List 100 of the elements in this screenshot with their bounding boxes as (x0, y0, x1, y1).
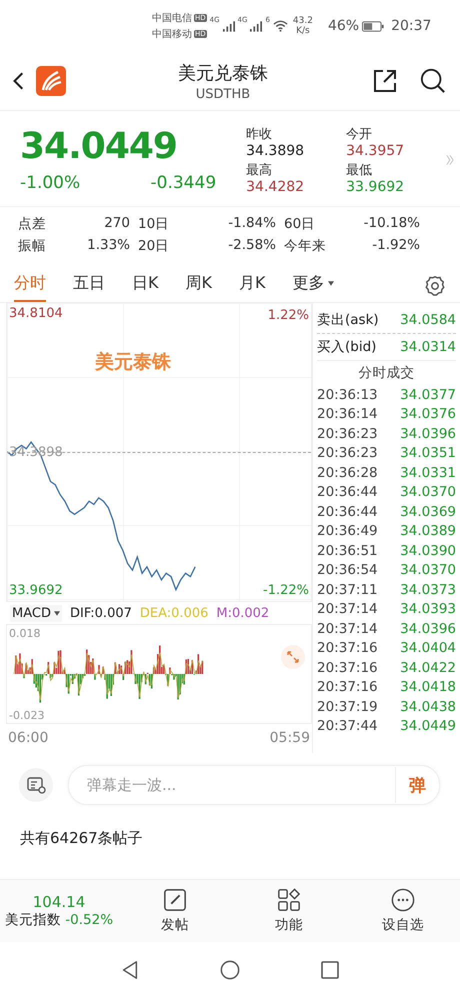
stat-value: -1.92% (371, 237, 421, 255)
overlay-label: 美元泰铢 (95, 350, 171, 375)
share-icon[interactable] (372, 68, 398, 94)
trade-price: 34.0370 (400, 484, 456, 500)
axis-label: 0.018 (9, 627, 40, 640)
stat-value: 1.33% (86, 237, 131, 255)
carrier-name: 中国移动 (152, 28, 192, 41)
trade-time: 20:36:23 (317, 445, 378, 462)
trade-time: 20:37:16 (317, 660, 378, 676)
trade-price: 34.0377 (400, 386, 456, 403)
bid-price: 34.0314 (400, 339, 456, 355)
change-percent: -1.00% (20, 173, 80, 193)
symbol-code: USDTHB (196, 86, 250, 102)
dif-value: DIF:0.007 (70, 606, 132, 620)
nav-item[interactable]: 发帖 (118, 887, 232, 935)
trade-time: 20:37:16 (317, 640, 378, 656)
trade-time: 20:36:54 (317, 562, 378, 578)
settings-icon[interactable] (424, 274, 446, 296)
trade-time: 20:36:14 (317, 406, 378, 422)
carrier-name: 中国电信 (152, 12, 192, 25)
stat-label: 点差 (18, 215, 47, 233)
trade-price: 34.0404 (400, 640, 456, 656)
chart-tab[interactable]: 日K (132, 269, 158, 302)
trade-price: 34.0393 (400, 601, 456, 618)
trade-price: 34.0422 (400, 660, 456, 676)
stat-label: 60日 (284, 215, 316, 233)
stat-value: -1.84% (227, 215, 277, 233)
quote-label: 今开 (346, 126, 374, 142)
trade-price: 34.0438 (400, 698, 456, 715)
quote-value: 34.3957 (346, 142, 406, 158)
wifi-icon (272, 20, 288, 32)
trade-price: 34.0376 (400, 406, 456, 422)
chart-tab[interactable]: 五日 (73, 269, 105, 302)
index-name[interactable]: 美元指数 (4, 912, 61, 928)
trade-price: 34.0390 (400, 542, 456, 559)
trade-price: 34.0331 (400, 464, 456, 481)
trade-price: 34.0396 (400, 426, 456, 442)
trade-time: 20:37:14 (317, 601, 378, 618)
trade-time: 20:36:23 (317, 426, 378, 442)
apps-icon (277, 888, 301, 912)
trade-price: 34.0418 (400, 679, 456, 696)
barrage-settings-icon[interactable] (18, 767, 54, 803)
time-label: 06:00 (8, 730, 48, 746)
trade-price: 34.0389 (400, 523, 456, 540)
chart-tab[interactable]: 月K (239, 269, 266, 302)
trades-title: 分时成交 (358, 364, 416, 383)
stat-value: -10.18% (362, 215, 421, 233)
clock: 20:37 (391, 18, 432, 34)
back-icon[interactable] (120, 960, 140, 980)
trade-time: 20:37:11 (317, 582, 378, 598)
axis-label: -1.22% (263, 582, 309, 599)
signal-icon (222, 20, 235, 32)
back-icon[interactable] (12, 71, 24, 91)
trade-time: 20:36:44 (317, 504, 378, 520)
stat-value: 270 (103, 215, 131, 233)
chart-tab[interactable]: 周K (186, 269, 212, 302)
axis-label: -0.023 (9, 709, 44, 722)
time-label: 05:59 (270, 730, 310, 746)
more-dropdown[interactable]: 更多 (292, 269, 334, 302)
quote-label: 最低 (346, 162, 374, 178)
search-icon[interactable] (420, 68, 446, 94)
trade-price: 34.0396 (400, 620, 456, 637)
stat-label: 10日 (138, 215, 170, 233)
trade-time: 20:37:14 (317, 620, 378, 637)
home-icon[interactable] (220, 960, 240, 980)
signal-icon (250, 20, 262, 32)
more-icon (391, 888, 415, 912)
bid-label: 买入(bid) (317, 338, 376, 356)
nav-item[interactable]: 设自选 (346, 887, 460, 935)
quote-value: 34.4282 (246, 178, 306, 194)
battery-icon (362, 20, 384, 32)
recents-icon[interactable] (320, 960, 340, 980)
ask-price: 34.0584 (400, 312, 456, 328)
fullscreen-icon[interactable] (281, 645, 305, 669)
axis-label: 33.9692 (9, 582, 63, 598)
trade-time: 20:36:51 (317, 542, 378, 559)
speed-unit: K/s (296, 26, 310, 36)
current-price: 34.0449 (20, 126, 178, 167)
caret-icon (54, 610, 60, 616)
m-value: M:0.002 (216, 606, 270, 620)
trade-time: 20:36:13 (317, 386, 378, 403)
trade-price: 34.0373 (400, 582, 456, 598)
network-speed: 43.2 (292, 16, 313, 26)
stat-value: -2.58% (227, 237, 277, 255)
post-count: 共有64267条帖子 (20, 829, 143, 847)
ask-label: 卖出(ask) (317, 311, 379, 329)
index-value[interactable]: 104.14 (32, 893, 86, 911)
index-change[interactable]: -0.52% (65, 912, 114, 928)
caret-icon (328, 281, 334, 286)
trade-time: 20:36:28 (317, 464, 378, 481)
axis-label: 1.22% (268, 307, 309, 324)
stat-label: 今年来 (284, 237, 327, 255)
edit-icon (163, 888, 187, 912)
trade-time: 20:37:16 (317, 679, 378, 696)
nav-item[interactable]: 功能 (232, 887, 346, 935)
axis-label: 34.8104 (9, 305, 63, 322)
indicator-dropdown[interactable]: MACD (10, 604, 62, 622)
stat-label: 20日 (138, 237, 170, 255)
trade-time: 20:36:44 (317, 484, 378, 500)
trade-price: 34.0449 (400, 718, 456, 734)
